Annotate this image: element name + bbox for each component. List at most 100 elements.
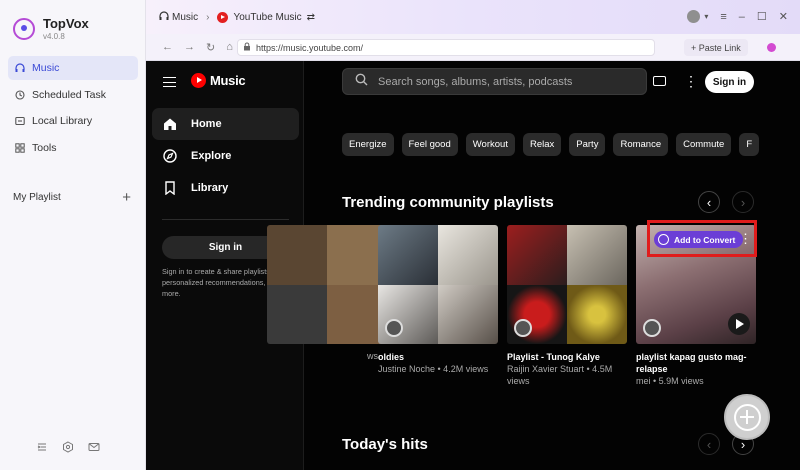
search-input[interactable]	[378, 75, 638, 88]
ytm-nav-home[interactable]: Home	[152, 108, 299, 140]
chip-feel-good[interactable]: Feel good	[401, 133, 458, 156]
ytm-nav-library[interactable]: Library	[152, 172, 299, 204]
chip-party[interactable]: Party	[569, 133, 606, 156]
home-icon[interactable]: ⌂	[226, 41, 233, 54]
card-title[interactable]: Playlist - Tunog Kalye	[507, 351, 627, 363]
chip-commute[interactable]: Commute	[676, 133, 732, 156]
sidebar-item-label: Tools	[32, 141, 57, 154]
hits-prev-button[interactable]: ‹	[698, 433, 720, 455]
ytm-nav-label: Home	[191, 118, 222, 130]
play-icon[interactable]	[728, 313, 750, 335]
floating-add-button[interactable]	[724, 394, 770, 440]
add-playlist-button[interactable]: +	[122, 190, 131, 205]
breadcrumb-music[interactable]: Music	[172, 12, 198, 23]
chip-partial[interactable]: F	[739, 133, 760, 156]
chevron-down-icon[interactable]: ▾	[704, 12, 708, 21]
swap-source-icon[interactable]: ⇄	[307, 12, 315, 23]
app-version: v4.0.8	[43, 32, 65, 41]
playlist-thumbnail[interactable]	[267, 225, 387, 344]
sidebar-item-label: Music	[32, 62, 60, 74]
card-subtitle: mei • 5.9M views	[636, 376, 704, 386]
grid-icon	[15, 142, 25, 153]
card-subtitle: ws	[367, 351, 378, 361]
headphones-icon	[15, 63, 25, 73]
bookmark-icon	[163, 181, 177, 196]
settings-icon[interactable]	[62, 440, 74, 453]
ytm-nav-label: Library	[191, 182, 229, 194]
window-controls: ▾ ≡ – ☐ ✕	[687, 10, 788, 23]
creator-avatar	[514, 319, 532, 337]
chevron-right-icon: ›	[206, 11, 210, 23]
chip-relax[interactable]: Relax	[522, 133, 562, 156]
clock-icon	[15, 89, 25, 100]
topvox-extension-icon[interactable]	[767, 43, 776, 52]
paste-link-button[interactable]: + Paste Link	[684, 39, 748, 56]
headphones-icon	[159, 10, 169, 24]
ytm-logo-icon	[191, 73, 206, 88]
section-title-todays-hits: Today's hits	[342, 436, 428, 453]
chip-romance[interactable]: Romance	[613, 133, 669, 156]
carousel-prev-button[interactable]: ‹	[698, 191, 720, 213]
chip-energize[interactable]: Energize	[342, 133, 394, 156]
playlist-card[interactable]: oldies Justine Noche • 4.2M views	[378, 225, 498, 375]
forward-icon[interactable]: →	[184, 41, 195, 54]
sidebar-item-music[interactable]: Music	[8, 56, 138, 80]
collapse-icon[interactable]	[36, 440, 48, 452]
add-to-convert-button[interactable]: Add to Convert	[654, 231, 744, 248]
creator-avatar	[643, 319, 661, 337]
playlist-thumbnail[interactable]	[378, 225, 498, 344]
ytm-nav-label: Explore	[191, 150, 232, 162]
sidebar-item-tools[interactable]: Tools	[8, 136, 138, 160]
more-vert-icon[interactable]: ⋮	[684, 74, 698, 88]
card-subtitle-2: views	[507, 376, 530, 386]
sign-in-button[interactable]: Sign in	[705, 71, 754, 93]
card-title[interactable]: oldies	[378, 351, 498, 363]
lock-icon	[243, 42, 251, 53]
ytm-logo[interactable]: Music	[191, 73, 246, 88]
playlist-thumbnail[interactable]	[507, 225, 627, 344]
reload-icon[interactable]: ↻	[206, 41, 215, 54]
my-playlist-label: My Playlist	[13, 192, 61, 203]
hamburger-icon[interactable]	[163, 77, 176, 87]
youtube-music-view: Music Home Explore Library Sign in Sign …	[146, 61, 800, 470]
add-to-convert-label: Add to Convert	[674, 234, 736, 245]
top-bar: Music › YouTube Music ⇄ ▾ ≡ – ☐ ✕	[146, 0, 800, 34]
sidebar-item-label: Local Library	[32, 115, 93, 127]
back-icon[interactable]: ←	[162, 41, 173, 54]
app-nav: Music Scheduled Task Local Library Tools	[8, 56, 138, 162]
plus-icon	[733, 403, 761, 431]
playlist-card[interactable]: Playlist - Tunog Kalye Raijin Xavier Stu…	[507, 225, 627, 387]
ytm-nav-explore[interactable]: Explore	[152, 140, 299, 172]
url-field[interactable]: https://music.youtube.com/	[237, 39, 655, 56]
sidebar-item-scheduled-task[interactable]: Scheduled Task	[8, 83, 138, 107]
close-icon[interactable]: ✕	[779, 10, 788, 23]
search-box[interactable]	[342, 68, 647, 95]
menu-icon[interactable]: ≡	[720, 11, 726, 23]
app-sidebar: TopVox v4.0.8 Music Scheduled Task Local…	[0, 0, 146, 470]
youtube-icon	[217, 11, 229, 23]
ytm-logo-text: Music	[210, 73, 246, 88]
minimize-icon[interactable]: –	[739, 11, 745, 23]
divider	[162, 219, 289, 220]
brand: TopVox v4.0.8	[13, 16, 89, 41]
mood-chips: Energize Feel good Workout Relax Party R…	[342, 133, 760, 156]
sidebar-item-label: Scheduled Task	[32, 88, 106, 101]
maximize-icon[interactable]: ☐	[757, 10, 767, 23]
card-subtitle: Raijin Xavier Stuart • 4.5M	[507, 364, 613, 374]
ytm-nav: Home Explore Library	[152, 108, 299, 204]
mail-icon[interactable]	[88, 440, 100, 452]
card-more-icon[interactable]: ⋮	[739, 232, 752, 245]
sidebar-footer	[36, 440, 100, 453]
chip-workout[interactable]: Workout	[465, 133, 515, 156]
sidebar-item-local-library[interactable]: Local Library	[8, 109, 138, 133]
breadcrumb-source[interactable]: YouTube Music	[233, 12, 301, 23]
playlist-card[interactable]: ws	[267, 225, 387, 362]
card-title[interactable]: playlist kapag gusto mag-	[636, 351, 756, 363]
my-playlist-header: My Playlist +	[13, 190, 131, 205]
user-avatar-icon[interactable]	[687, 10, 701, 23]
topvox-logo-icon	[13, 17, 35, 40]
compass-icon	[163, 149, 177, 163]
cast-icon[interactable]	[653, 76, 666, 86]
carousel-next-button[interactable]: ›	[732, 191, 754, 213]
card-subtitle: Justine Noche • 4.2M views	[378, 364, 489, 374]
